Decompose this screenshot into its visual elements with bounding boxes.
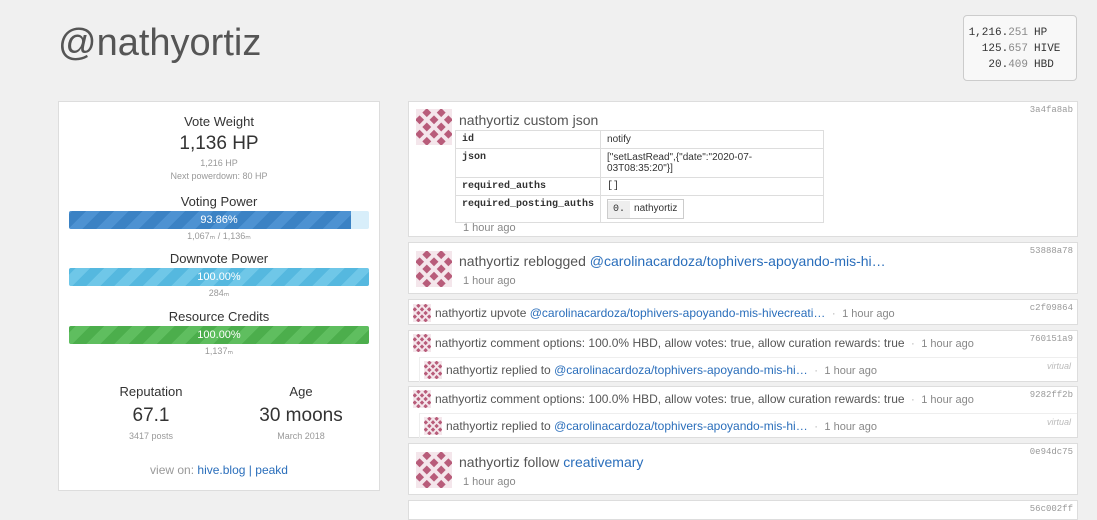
post-link[interactable]: @carolinacardoza/tophivers-apoyando-mis-… bbox=[590, 253, 886, 269]
post-count: 3417 posts bbox=[128, 431, 174, 441]
feed-item-title: nathyortiz follow creativemary bbox=[459, 454, 644, 470]
reputation-value: 67.1 bbox=[132, 405, 170, 426]
post-link[interactable]: @carolinacardoza/tophivers-apoyando-mis-… bbox=[530, 306, 826, 320]
timestamp: 1 hour ago bbox=[824, 365, 878, 377]
tx-hash[interactable]: 0e94dc75 bbox=[1030, 447, 1073, 457]
next-powerdown: Next powerdown: 80 HP bbox=[170, 171, 268, 181]
age-since: March 2018 bbox=[277, 431, 325, 441]
feed-item-comment-options: nathyortiz comment options: 100.0% HBD, … bbox=[408, 330, 1078, 383]
tx-hash[interactable]: 3a4fa8ab bbox=[1030, 105, 1073, 115]
timestamp: 1 hour ago bbox=[463, 275, 516, 287]
reputation-stat: Reputation 67.1 3417 posts bbox=[81, 384, 221, 441]
virtual-label: virtual bbox=[1046, 417, 1071, 427]
user-avatar[interactable] bbox=[416, 452, 452, 488]
hive-blog-link[interactable]: hive.blog bbox=[197, 463, 245, 477]
table-row: id notify bbox=[454, 130, 825, 149]
timestamp: 1 hour ago bbox=[463, 476, 516, 488]
age-value: 30 moons bbox=[259, 405, 343, 426]
resource-credits-bar: 100.00% bbox=[69, 326, 369, 344]
virtual-label: virtual bbox=[1046, 361, 1071, 371]
view-on-separator: | bbox=[248, 463, 252, 477]
balance-hive: 125.657 HIVE bbox=[981, 43, 1061, 55]
reputation-label: Reputation bbox=[119, 384, 183, 399]
downvote-power-sub: 284ₘ bbox=[208, 288, 230, 298]
page-title: @nathyortiz bbox=[58, 22, 262, 64]
tx-hash[interactable]: c2f09864 bbox=[1030, 303, 1073, 313]
table-row: required_posting_auths 0. nathyortiz bbox=[454, 195, 825, 223]
feed-item-text: nathyortiz comment options: 100.0% HBD, … bbox=[435, 336, 974, 350]
feed-item-comment-options: nathyortiz comment options: 100.0% HBD, … bbox=[408, 386, 1078, 439]
downvote-power-bar: 100.00% bbox=[69, 268, 369, 286]
timestamp: 1 hour ago bbox=[921, 338, 974, 350]
tx-hash[interactable]: 53888a78 bbox=[1030, 246, 1073, 256]
age-stat: Age 30 moons March 2018 bbox=[231, 384, 371, 441]
followed-user-link[interactable]: creativemary bbox=[563, 454, 643, 470]
post-link[interactable]: @carolinacardoza/tophivers-apoyando-mis-… bbox=[554, 363, 808, 377]
auth-badge: 0. nathyortiz bbox=[607, 199, 685, 219]
resource-credits-value: 100.00% bbox=[197, 329, 241, 341]
feed-item-title: nathyortiz custom json bbox=[459, 112, 599, 128]
feed-item-reblog: nathyortiz reblogged @carolinacardoza/to… bbox=[408, 242, 1078, 294]
table-row: required_auths[] bbox=[454, 177, 825, 196]
balance-hp: 1,216.251 HP bbox=[968, 27, 1048, 39]
feed-item-text: nathyortiz upvote @carolinacardoza/tophi… bbox=[435, 306, 895, 320]
resource-credits-sub: 1,137ₘ bbox=[204, 346, 234, 356]
feed-item-upvote: nathyortiz upvote @carolinacardoza/tophi… bbox=[408, 299, 1078, 325]
feed-item-text: nathyortiz comment options: 100.0% HBD, … bbox=[435, 392, 974, 406]
timestamp: 1 hour ago bbox=[921, 394, 974, 406]
custom-json-table: id notify json ["setLastRead",{"date":"202… bbox=[454, 130, 825, 223]
user-avatar[interactable] bbox=[424, 417, 442, 435]
balance-hbd: 20.409 HBD bbox=[988, 59, 1054, 71]
feed-sub-item-reply: nathyortiz replied to @carolinacardoza/t… bbox=[419, 413, 1077, 439]
feed-item-title: nathyortiz reblogged @carolinacardoza/to… bbox=[459, 253, 886, 269]
view-on-label: view on: bbox=[150, 463, 195, 477]
vote-weight-sub: 1,216 HP bbox=[200, 158, 238, 168]
user-avatar[interactable] bbox=[413, 390, 431, 408]
post-link[interactable]: @carolinacardoza/tophivers-apoyando-mis-… bbox=[554, 419, 808, 433]
feed-item-follow: nathyortiz follow creativemary 0e94dc75 … bbox=[408, 443, 1078, 495]
account-stats-panel: Vote Weight 1,136 HP 1,216 HP Next power… bbox=[58, 101, 380, 491]
balances-box: 1,216.251 HP 125.657 HIVE 20.409 HBD bbox=[963, 15, 1077, 81]
table-row: json ["setLastRead",{"date":"2020-07-03T0… bbox=[454, 148, 825, 178]
user-avatar[interactable] bbox=[413, 304, 431, 322]
downvote-power-value: 100.00% bbox=[197, 271, 241, 283]
timestamp: 1 hour ago bbox=[824, 421, 878, 433]
voting-power-sub: 1,067ₘ / 1,136ₘ bbox=[187, 231, 251, 241]
timestamp: 1 hour ago bbox=[842, 308, 895, 320]
resource-credits-label: Resource Credits bbox=[168, 309, 270, 324]
user-avatar[interactable] bbox=[416, 251, 452, 287]
voting-power-bar: 93.86% bbox=[69, 211, 369, 229]
feed-item-text: nathyortiz replied to @carolinacardoza/t… bbox=[446, 363, 878, 377]
view-on-links: view on: hive.blog | peakd bbox=[59, 463, 379, 477]
feed-item-partial: 56c002ff bbox=[408, 500, 1078, 520]
user-avatar[interactable] bbox=[416, 109, 452, 145]
voting-power-value: 93.86% bbox=[200, 214, 238, 226]
vote-weight-label: Vote Weight bbox=[184, 114, 254, 129]
feed-item-text: nathyortiz replied to @carolinacardoza/t… bbox=[446, 419, 878, 433]
tx-hash[interactable]: 9282ff2b bbox=[1030, 390, 1073, 400]
tx-hash[interactable]: 56c002ff bbox=[1030, 504, 1073, 514]
age-label: Age bbox=[289, 384, 313, 399]
tx-hash[interactable]: 760151a9 bbox=[1030, 334, 1073, 344]
timestamp: 1 hour ago bbox=[463, 222, 516, 234]
vote-weight-value: 1,136 HP bbox=[179, 133, 259, 154]
feed-item-custom-json: nathyortiz custom json 3a4fa8ab id notify… bbox=[408, 101, 1078, 237]
user-avatar[interactable] bbox=[424, 361, 442, 379]
user-avatar[interactable] bbox=[413, 334, 431, 352]
voting-power-label: Voting Power bbox=[180, 194, 258, 209]
downvote-power-label: Downvote Power bbox=[169, 251, 269, 266]
peakd-link[interactable]: peakd bbox=[255, 463, 288, 477]
feed-sub-item-reply: nathyortiz replied to @carolinacardoza/t… bbox=[419, 357, 1077, 383]
